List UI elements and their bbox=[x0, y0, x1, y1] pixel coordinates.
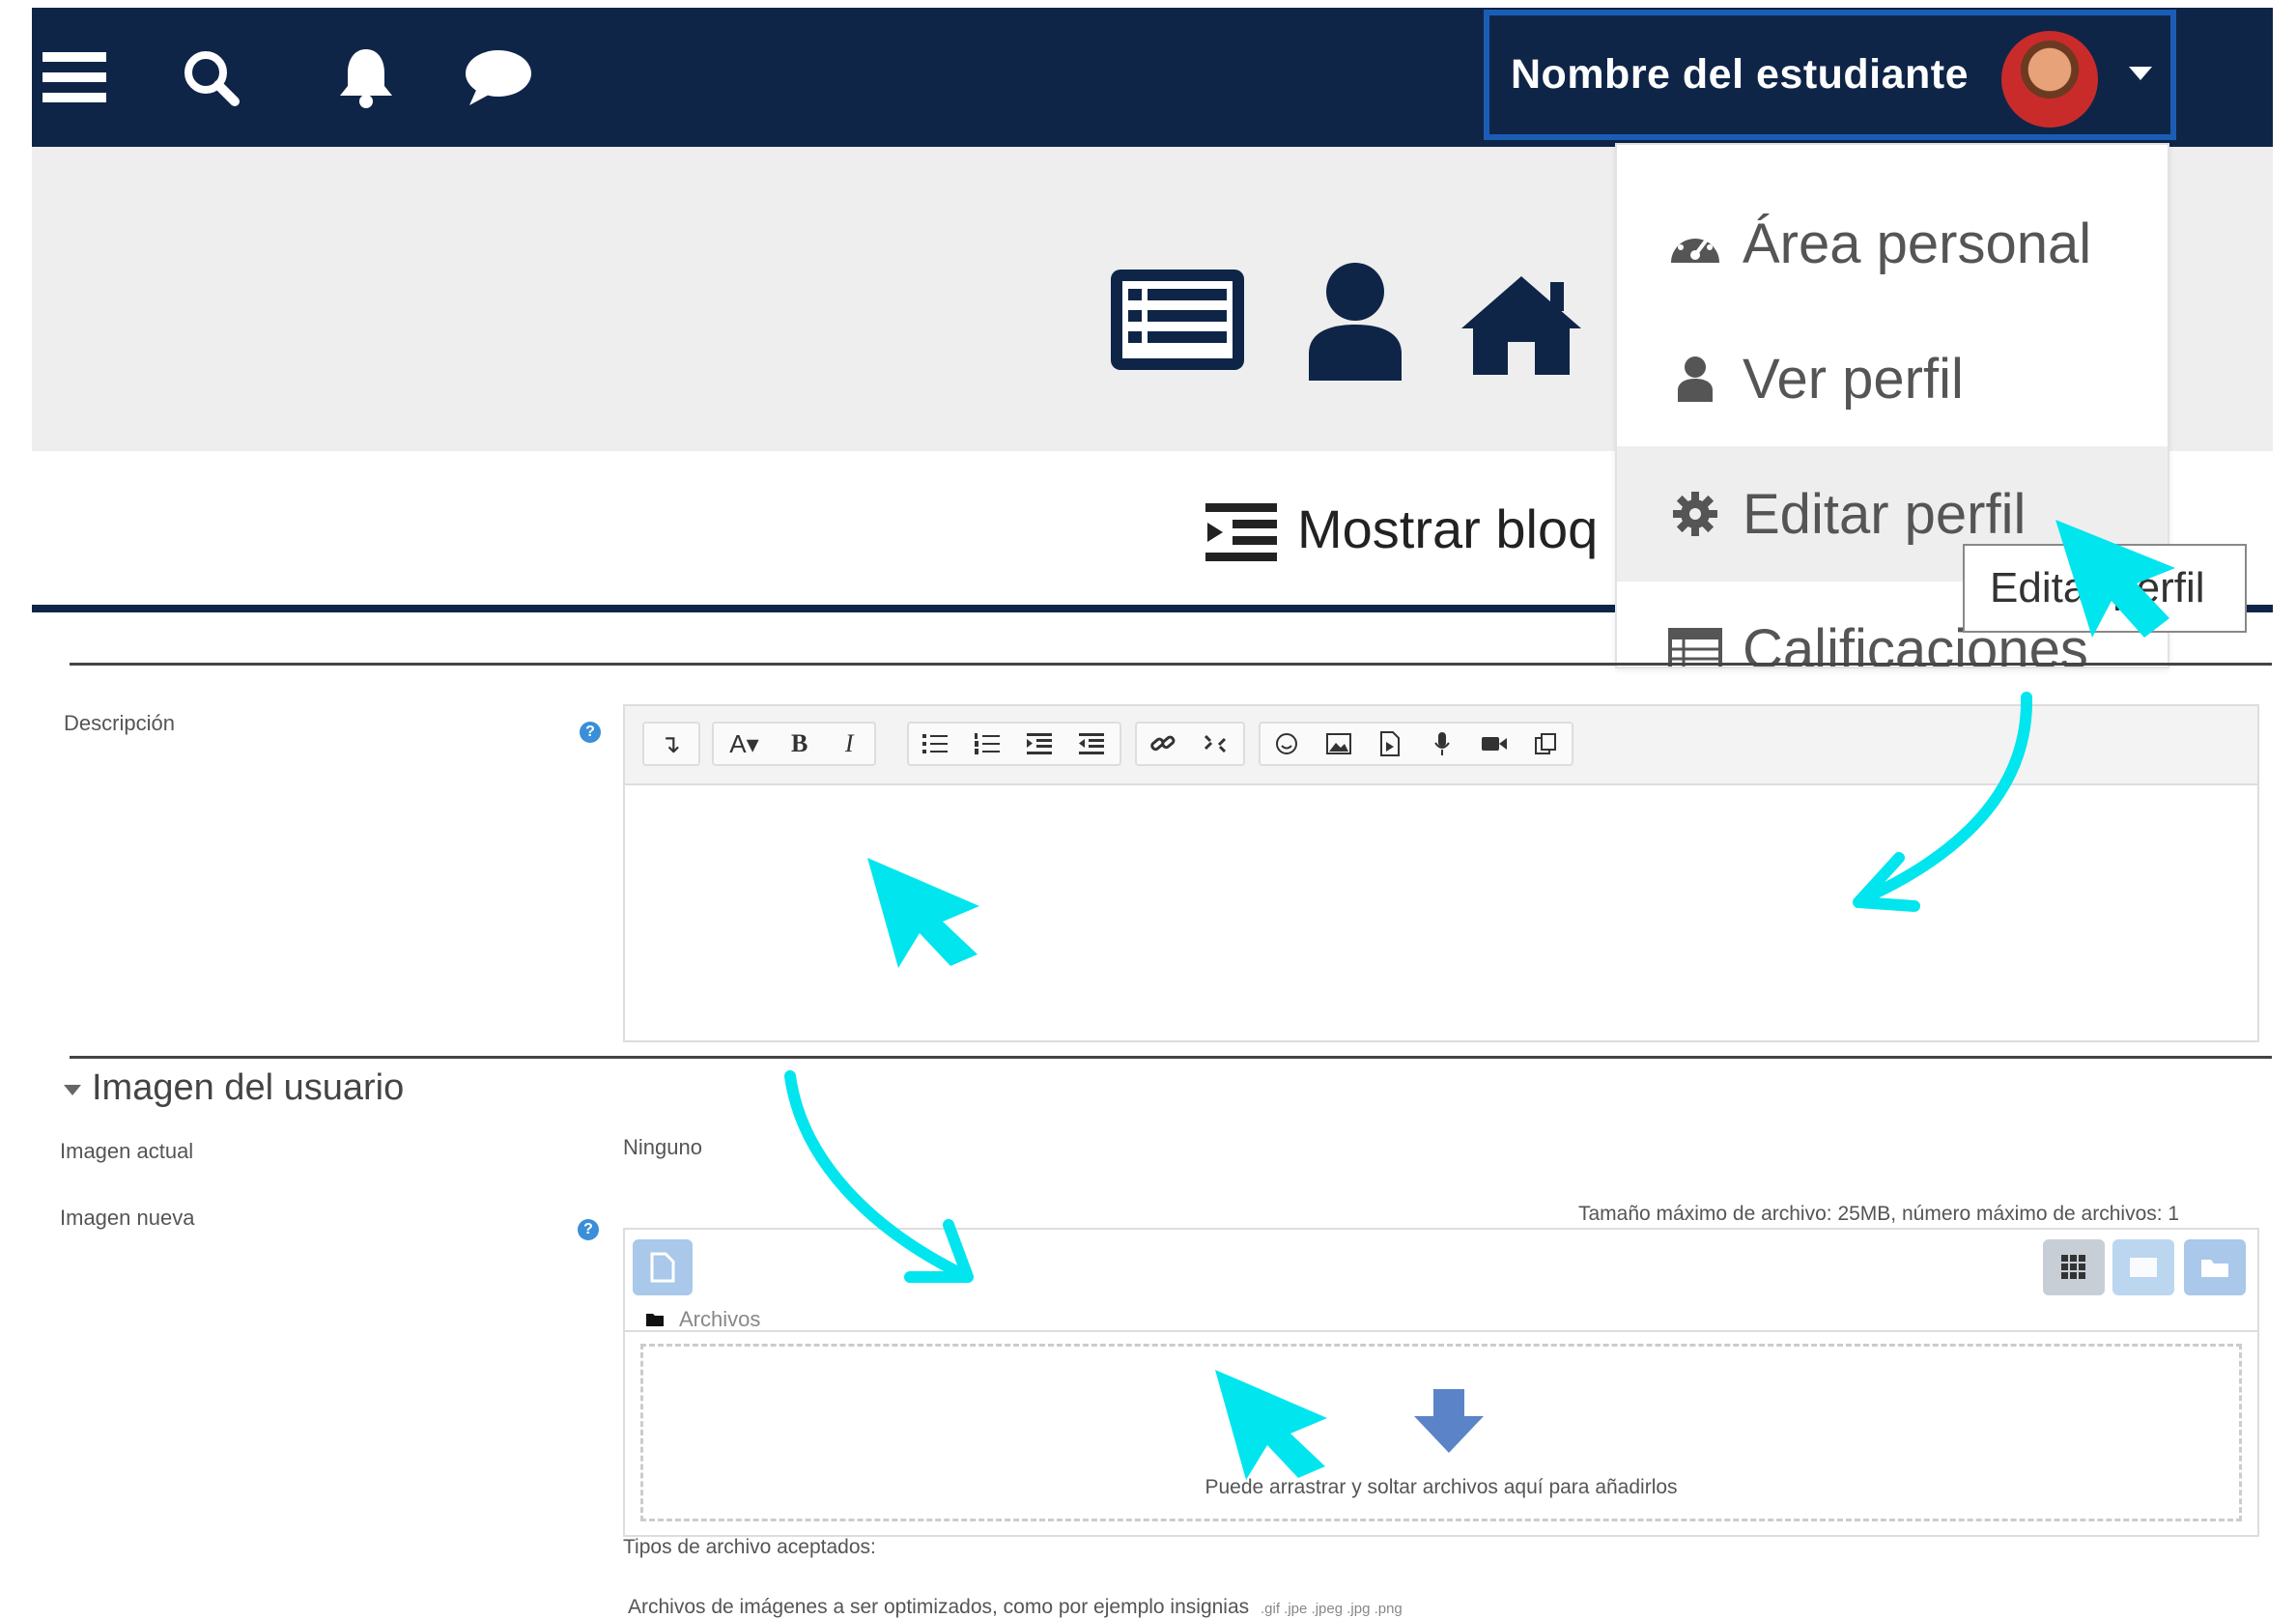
file-manager: Archivos Puede arrastrar y soltar archiv… bbox=[623, 1228, 2259, 1537]
list-view-icon[interactable] bbox=[2112, 1239, 2174, 1295]
italic-button[interactable]: I bbox=[824, 724, 874, 764]
unlink-icon[interactable] bbox=[1189, 724, 1241, 764]
toolbar-group: ↴ bbox=[642, 722, 700, 766]
description-editor: ↴ A▾ B I bbox=[623, 704, 2259, 1042]
user-icon[interactable] bbox=[1305, 261, 1405, 385]
menu-icon[interactable] bbox=[40, 8, 109, 147]
bell-icon[interactable] bbox=[331, 8, 401, 147]
divider bbox=[70, 663, 2272, 666]
folder-icon bbox=[646, 1314, 664, 1326]
menu-item-area-personal[interactable]: Área personal bbox=[1617, 176, 2168, 311]
divider bbox=[70, 1056, 2272, 1059]
outdent-icon[interactable] bbox=[1065, 724, 1118, 764]
folder-icon[interactable] bbox=[2184, 1239, 2246, 1295]
emoticon-icon[interactable] bbox=[1261, 724, 1313, 764]
accepted-types-description: Archivos de imágenes a ser optimizados, … bbox=[628, 1596, 1403, 1619]
download-arrow-icon bbox=[1412, 1387, 1486, 1460]
gear-icon bbox=[1667, 486, 1723, 542]
user-icon bbox=[1667, 351, 1723, 407]
toolbar-group bbox=[1259, 722, 1573, 766]
accepted-types-extensions: .gif .jpe .jpeg .jpg .png bbox=[1261, 1601, 1403, 1617]
table-icon bbox=[1667, 621, 1723, 667]
chevron-down-icon bbox=[2129, 67, 2152, 80]
add-file-button[interactable] bbox=[633, 1239, 693, 1295]
accepted-types-text: Archivos de imágenes a ser optimizados, … bbox=[628, 1596, 1250, 1618]
image-icon[interactable] bbox=[1313, 724, 1365, 764]
video-camera-icon[interactable] bbox=[1468, 724, 1520, 764]
tooltip: Editar perfil bbox=[1963, 544, 2247, 633]
menu-item-label: Editar perfil bbox=[1743, 482, 2027, 546]
menu-item-label: Área personal bbox=[1743, 212, 2092, 275]
help-icon[interactable]: ? bbox=[580, 722, 601, 743]
toolbar-group bbox=[907, 722, 1121, 766]
avatar bbox=[2001, 31, 2098, 128]
show-blocks-button[interactable]: Mostrar bloq bbox=[1297, 497, 1598, 560]
description-label: Descripción bbox=[64, 711, 175, 735]
microphone-icon[interactable] bbox=[1416, 724, 1468, 764]
divider bbox=[625, 1330, 2257, 1332]
chevron-down-icon[interactable] bbox=[64, 1085, 81, 1095]
breadcrumb-item[interactable]: Archivos bbox=[679, 1307, 760, 1332]
breadcrumb: Archivos bbox=[646, 1307, 760, 1332]
current-image-label: Imagen actual bbox=[60, 1139, 194, 1163]
manage-files-icon[interactable] bbox=[1519, 724, 1572, 764]
accepted-types-label: Tipos de archivo aceptados: bbox=[623, 1536, 876, 1558]
indent-icon[interactable] bbox=[1013, 724, 1065, 764]
user-menu-button[interactable]: Nombre del estudiante bbox=[1484, 10, 2176, 140]
file-drop-zone[interactable]: Puede arrastrar y soltar archivos aquí p… bbox=[640, 1344, 2242, 1521]
search-icon[interactable] bbox=[177, 8, 244, 147]
file-limits: Tamaño máximo de archivo: 25MB, número m… bbox=[1578, 1203, 2180, 1225]
user-name: Nombre del estudiante bbox=[1511, 51, 1970, 98]
dashboard-icon bbox=[1667, 215, 1723, 271]
chat-icon[interactable] bbox=[462, 8, 535, 147]
toolbar-group bbox=[1135, 722, 1245, 766]
unordered-list-icon[interactable] bbox=[909, 724, 961, 764]
list-icon[interactable] bbox=[1109, 268, 1246, 377]
editor-toolbar: ↴ A▾ B I bbox=[625, 706, 2257, 785]
drop-hint: Puede arrastrar y soltar archivos aquí p… bbox=[1205, 1476, 1678, 1498]
collapse-toolbar-button[interactable]: ↴ bbox=[644, 724, 696, 764]
ordered-list-icon[interactable] bbox=[961, 724, 1013, 764]
grid-view-icon[interactable] bbox=[2043, 1239, 2105, 1295]
menu-item-ver-perfil[interactable]: Ver perfil bbox=[1617, 311, 2168, 446]
new-image-label: Imagen nueva bbox=[60, 1206, 195, 1230]
help-icon[interactable]: ? bbox=[578, 1219, 599, 1240]
link-icon[interactable] bbox=[1137, 724, 1189, 764]
section-title[interactable]: Imagen del usuario bbox=[92, 1067, 404, 1109]
home-icon[interactable] bbox=[1460, 272, 1583, 382]
bold-button[interactable]: B bbox=[775, 724, 825, 764]
menu-item-label: Ver perfil bbox=[1743, 347, 1964, 411]
toolbar-group: A▾ B I bbox=[712, 722, 876, 766]
current-image-value: Ninguno bbox=[623, 1135, 702, 1159]
indent-icon[interactable] bbox=[1205, 503, 1277, 566]
media-icon[interactable] bbox=[1364, 724, 1416, 764]
editor-content-area[interactable] bbox=[625, 783, 2257, 1042]
font-size-button[interactable]: A▾ bbox=[714, 724, 775, 764]
